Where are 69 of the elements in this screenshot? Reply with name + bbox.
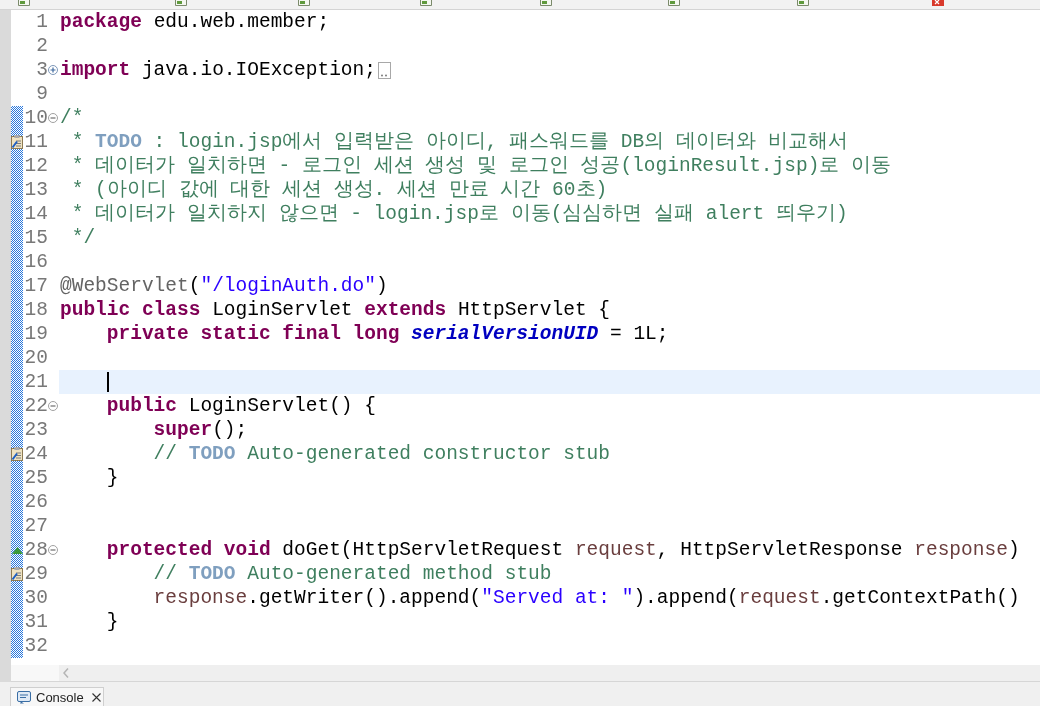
horizontal-scrollbar[interactable] xyxy=(11,665,1040,682)
code-line: public class LoginServlet extends HttpServlet { xyxy=(60,298,610,322)
file-icon[interactable] xyxy=(420,0,432,6)
line-number: 31 xyxy=(24,611,48,633)
line-number: 25 xyxy=(24,467,48,489)
line-number: 15 xyxy=(24,227,48,249)
line-number: 12 xyxy=(24,155,48,177)
line-number: 32 xyxy=(24,635,48,657)
line-number: 14 xyxy=(24,203,48,225)
clipboard-pencil-icon xyxy=(11,447,23,461)
code-line: private static final long serialVersionUID = 1L; xyxy=(106,322,669,346)
close-icon[interactable] xyxy=(91,692,101,702)
line-number: 17 xyxy=(24,275,48,297)
scroll-left-icon[interactable] xyxy=(63,668,69,678)
line-number: 23 xyxy=(24,419,48,441)
line-number: 9 xyxy=(36,83,48,105)
code-line: // TODO Auto-generated constructor stub xyxy=(153,442,610,466)
clipboard-pencil-icon xyxy=(11,135,23,149)
code-line: public LoginServlet() { xyxy=(106,394,376,418)
line-number: 18 xyxy=(24,299,48,321)
line-number: 29 xyxy=(24,563,48,585)
file-icon[interactable] xyxy=(797,0,809,6)
folded-code-icon[interactable] xyxy=(377,61,391,79)
line-number: 3 xyxy=(36,59,48,81)
up-triangle-icon xyxy=(11,546,23,554)
console-icon xyxy=(17,690,31,704)
line-number: 1 xyxy=(36,11,48,33)
code-line: package edu.web.member; xyxy=(60,10,330,34)
file-icon[interactable] xyxy=(298,0,310,6)
collapse-icon[interactable] xyxy=(48,545,58,555)
code-line: } xyxy=(106,610,119,634)
code-line: /* xyxy=(60,106,84,130)
line-number: 10 xyxy=(24,107,48,129)
file-icon[interactable] xyxy=(175,0,187,6)
code-line: response.getWriter().append("Served at: ").append(request.getContextPath() xyxy=(153,586,1020,610)
error-file-icon[interactable] xyxy=(932,0,944,6)
line-number: 19 xyxy=(24,323,48,345)
line-number: 21 xyxy=(24,371,48,393)
line-number: 16 xyxy=(24,251,48,273)
code-line: // TODO Auto-generated method stub xyxy=(153,562,552,586)
clipboard-pencil-icon xyxy=(11,567,23,581)
console-tab[interactable]: Console xyxy=(10,687,104,706)
text-cursor xyxy=(106,372,109,392)
code-line: * 데이터가 일치하지 않으면 - login.jsp로 이동(심심하면 실패 alert 띄우기) xyxy=(70,202,848,226)
line-number: 30 xyxy=(24,587,48,609)
expand-icon[interactable] xyxy=(48,65,58,75)
file-icon[interactable] xyxy=(540,0,552,6)
line-number: 13 xyxy=(24,179,48,201)
code-line: * (아이디 값에 대한 세션 생성. 세션 만료 시간 60초) xyxy=(70,178,608,202)
file-icon[interactable] xyxy=(18,0,30,6)
line-number: 28 xyxy=(24,539,48,561)
code-line: * 데이터가 일치하면 - 로그인 세션 생성 및 로그인 성공(loginResult.jsp)로 이동 xyxy=(70,154,892,178)
file-icon[interactable] xyxy=(668,0,680,6)
code-line: import java.io.IOException; xyxy=(60,58,376,82)
code-line: } xyxy=(106,466,119,490)
line-number: 27 xyxy=(24,515,48,537)
line-number: 20 xyxy=(24,347,48,369)
collapse-icon[interactable] xyxy=(48,401,58,411)
line-number: 24 xyxy=(24,443,48,465)
line-number: 26 xyxy=(24,491,48,513)
code-line: @WebServlet("/loginAuth.do") xyxy=(60,274,388,298)
line-number: 11 xyxy=(24,131,48,153)
code-line: */ xyxy=(70,226,96,250)
code-line: super(); xyxy=(153,418,248,442)
collapse-icon[interactable] xyxy=(48,113,58,123)
line-number: 2 xyxy=(36,35,48,57)
code-line: protected void doGet(HttpServletRequest request, HttpServletResponse response) xyxy=(106,538,1020,562)
line-number: 22 xyxy=(24,395,48,417)
code-line: * TODO : login.jsp에서 입력받은 아이디, 패스워드를 DB의 데이터와 비교해서 xyxy=(70,130,848,154)
